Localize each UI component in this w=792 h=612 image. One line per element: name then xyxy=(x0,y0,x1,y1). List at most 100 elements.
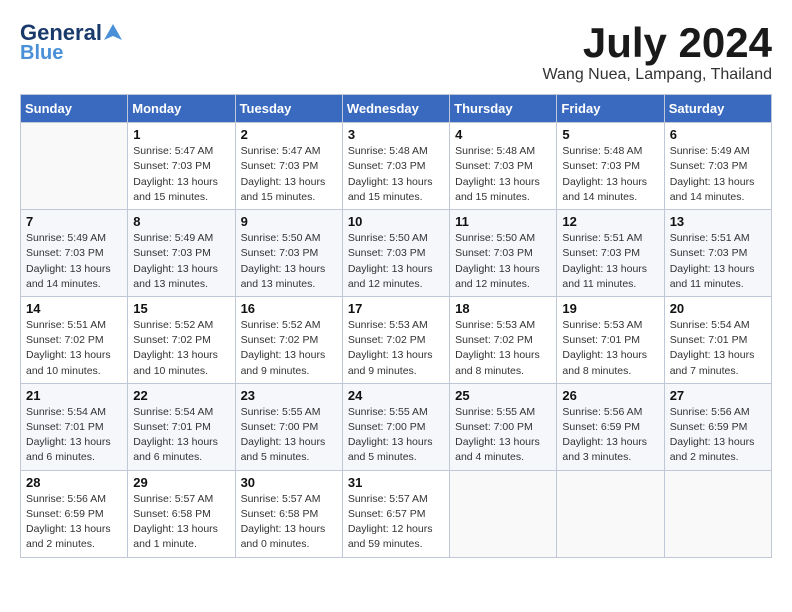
calendar-week-row: 28 Sunrise: 5:56 AM Sunset: 6:59 PM Dayli… xyxy=(21,470,772,557)
calendar-day-cell xyxy=(557,470,664,557)
calendar-week-row: 7 Sunrise: 5:49 AM Sunset: 7:03 PM Daylig… xyxy=(21,210,772,297)
day-info: Sunrise: 5:53 AM Sunset: 7:02 PM Dayligh… xyxy=(455,318,551,379)
day-info: Sunrise: 5:56 AM Sunset: 6:59 PM Dayligh… xyxy=(670,405,766,466)
day-info: Sunrise: 5:50 AM Sunset: 7:03 PM Dayligh… xyxy=(348,231,444,292)
logo: General Blue xyxy=(20,20,122,65)
day-number: 12 xyxy=(562,214,658,229)
calendar-day-cell: 21Sunrise: 5:54 AM Sunset: 7:01 PM Dayli… xyxy=(21,383,128,470)
calendar-day-cell: 3Sunrise: 5:48 AM Sunset: 7:03 PM Daylig… xyxy=(342,123,449,210)
calendar-day-cell: 14 Sunrise: 5:51 AM Sunset: 7:02 PM Dayli… xyxy=(21,296,128,383)
day-info: Sunrise: 5:53 AM Sunset: 7:02 PM Dayligh… xyxy=(348,318,444,379)
day-info: Sunrise: 5:55 AM Sunset: 7:00 PM Dayligh… xyxy=(348,405,444,466)
day-number: 27 xyxy=(670,388,766,403)
calendar-day-cell: 7 Sunrise: 5:49 AM Sunset: 7:03 PM Daylig… xyxy=(21,210,128,297)
calendar-day-cell: 27 Sunrise: 5:56 AM Sunset: 6:59 PM Dayli… xyxy=(664,383,771,470)
calendar-day-cell: 1 Sunrise: 5:47 AM Sunset: 7:03 PM Daylig… xyxy=(128,123,235,210)
day-info: Sunrise: 5:47 AM Sunset: 7:03 PM Dayligh… xyxy=(133,144,229,205)
day-info: Sunrise: 5:53 AM Sunset: 7:01 PM Dayligh… xyxy=(562,318,658,379)
day-info: Sunrise: 5:52 AM Sunset: 7:02 PM Dayligh… xyxy=(241,318,337,379)
day-number: 26 xyxy=(562,388,658,403)
day-info: Sunrise: 5:49 AM Sunset: 7:03 PM Dayligh… xyxy=(670,144,766,205)
logo-bird-icon xyxy=(104,22,122,44)
calendar-day-cell: 20Sunrise: 5:54 AM Sunset: 7:01 PM Dayli… xyxy=(664,296,771,383)
day-info: Sunrise: 5:52 AM Sunset: 7:02 PM Dayligh… xyxy=(133,318,229,379)
calendar-day-cell: 4 Sunrise: 5:48 AM Sunset: 7:03 PM Daylig… xyxy=(450,123,557,210)
calendar-day-cell: 22 Sunrise: 5:54 AM Sunset: 7:01 PM Dayli… xyxy=(128,383,235,470)
day-number: 4 xyxy=(455,127,551,142)
day-number: 22 xyxy=(133,388,229,403)
calendar-day-cell: 12 Sunrise: 5:51 AM Sunset: 7:03 PM Dayli… xyxy=(557,210,664,297)
day-number: 10 xyxy=(348,214,444,229)
calendar-week-row: 21Sunrise: 5:54 AM Sunset: 7:01 PM Dayli… xyxy=(21,383,772,470)
calendar-day-cell: 26 Sunrise: 5:56 AM Sunset: 6:59 PM Dayli… xyxy=(557,383,664,470)
day-info: Sunrise: 5:48 AM Sunset: 7:03 PM Dayligh… xyxy=(455,144,551,205)
calendar-day-cell: 24 Sunrise: 5:55 AM Sunset: 7:00 PM Dayli… xyxy=(342,383,449,470)
calendar-day-header: Sunday xyxy=(21,95,128,123)
day-number: 11 xyxy=(455,214,551,229)
calendar-week-row: 14 Sunrise: 5:51 AM Sunset: 7:02 PM Dayli… xyxy=(21,296,772,383)
calendar-header-row: SundayMondayTuesdayWednesdayThursdayFrid… xyxy=(21,95,772,123)
day-info: Sunrise: 5:54 AM Sunset: 7:01 PM Dayligh… xyxy=(670,318,766,379)
calendar-day-cell: 2 Sunrise: 5:47 AM Sunset: 7:03 PM Daylig… xyxy=(235,123,342,210)
day-info: Sunrise: 5:51 AM Sunset: 7:03 PM Dayligh… xyxy=(670,231,766,292)
month-year-title: July 2024 xyxy=(543,20,772,66)
day-info: Sunrise: 5:48 AM Sunset: 7:03 PM Dayligh… xyxy=(562,144,658,205)
day-number: 7 xyxy=(26,214,122,229)
calendar-day-cell: 29Sunrise: 5:57 AM Sunset: 6:58 PM Dayli… xyxy=(128,470,235,557)
calendar-day-header: Tuesday xyxy=(235,95,342,123)
calendar-day-cell: 8 Sunrise: 5:49 AM Sunset: 7:03 PM Daylig… xyxy=(128,210,235,297)
day-info: Sunrise: 5:57 AM Sunset: 6:58 PM Dayligh… xyxy=(133,492,229,553)
calendar-day-cell xyxy=(21,123,128,210)
day-number: 2 xyxy=(241,127,337,142)
calendar-day-cell xyxy=(450,470,557,557)
day-number: 18 xyxy=(455,301,551,316)
calendar-day-header: Friday xyxy=(557,95,664,123)
day-info: Sunrise: 5:51 AM Sunset: 7:02 PM Dayligh… xyxy=(26,318,122,379)
day-number: 28 xyxy=(26,475,122,490)
day-info: Sunrise: 5:54 AM Sunset: 7:01 PM Dayligh… xyxy=(26,405,122,466)
calendar-day-cell: 13Sunrise: 5:51 AM Sunset: 7:03 PM Dayli… xyxy=(664,210,771,297)
day-number: 14 xyxy=(26,301,122,316)
day-number: 16 xyxy=(241,301,337,316)
day-number: 19 xyxy=(562,301,658,316)
calendar-table: SundayMondayTuesdayWednesdayThursdayFrid… xyxy=(20,94,772,557)
calendar-day-header: Thursday xyxy=(450,95,557,123)
day-number: 24 xyxy=(348,388,444,403)
day-number: 5 xyxy=(562,127,658,142)
day-number: 1 xyxy=(133,127,229,142)
day-info: Sunrise: 5:49 AM Sunset: 7:03 PM Dayligh… xyxy=(133,231,229,292)
calendar-day-cell: 10 Sunrise: 5:50 AM Sunset: 7:03 PM Dayli… xyxy=(342,210,449,297)
day-info: Sunrise: 5:50 AM Sunset: 7:03 PM Dayligh… xyxy=(455,231,551,292)
title-area: July 2024 Wang Nuea, Lampang, Thailand xyxy=(543,20,772,84)
calendar-day-cell: 11 Sunrise: 5:50 AM Sunset: 7:03 PM Dayli… xyxy=(450,210,557,297)
day-number: 23 xyxy=(241,388,337,403)
day-number: 9 xyxy=(241,214,337,229)
location-subtitle: Wang Nuea, Lampang, Thailand xyxy=(543,66,772,84)
day-info: Sunrise: 5:54 AM Sunset: 7:01 PM Dayligh… xyxy=(133,405,229,466)
calendar-day-cell: 17 Sunrise: 5:53 AM Sunset: 7:02 PM Dayli… xyxy=(342,296,449,383)
calendar-day-cell: 9 Sunrise: 5:50 AM Sunset: 7:03 PM Daylig… xyxy=(235,210,342,297)
calendar-day-header: Monday xyxy=(128,95,235,123)
day-info: Sunrise: 5:56 AM Sunset: 6:59 PM Dayligh… xyxy=(26,492,122,553)
day-info: Sunrise: 5:56 AM Sunset: 6:59 PM Dayligh… xyxy=(562,405,658,466)
page-header: General Blue July 2024 Wang Nuea, Lampan… xyxy=(20,20,772,84)
day-info: Sunrise: 5:47 AM Sunset: 7:03 PM Dayligh… xyxy=(241,144,337,205)
calendar-day-cell: 19 Sunrise: 5:53 AM Sunset: 7:01 PM Dayli… xyxy=(557,296,664,383)
day-info: Sunrise: 5:51 AM Sunset: 7:03 PM Dayligh… xyxy=(562,231,658,292)
calendar-day-cell: 28 Sunrise: 5:56 AM Sunset: 6:59 PM Dayli… xyxy=(21,470,128,557)
day-number: 31 xyxy=(348,475,444,490)
calendar-day-cell: 5 Sunrise: 5:48 AM Sunset: 7:03 PM Daylig… xyxy=(557,123,664,210)
calendar-day-cell: 23Sunrise: 5:55 AM Sunset: 7:00 PM Dayli… xyxy=(235,383,342,470)
day-info: Sunrise: 5:50 AM Sunset: 7:03 PM Dayligh… xyxy=(241,231,337,292)
day-info: Sunrise: 5:48 AM Sunset: 7:03 PM Dayligh… xyxy=(348,144,444,205)
day-number: 8 xyxy=(133,214,229,229)
day-info: Sunrise: 5:57 AM Sunset: 6:57 PM Dayligh… xyxy=(348,492,444,553)
calendar-day-cell: 15 Sunrise: 5:52 AM Sunset: 7:02 PM Dayli… xyxy=(128,296,235,383)
calendar-day-cell: 16 Sunrise: 5:52 AM Sunset: 7:02 PM Dayli… xyxy=(235,296,342,383)
day-number: 17 xyxy=(348,301,444,316)
calendar-week-row: 1 Sunrise: 5:47 AM Sunset: 7:03 PM Daylig… xyxy=(21,123,772,210)
calendar-day-header: Saturday xyxy=(664,95,771,123)
day-info: Sunrise: 5:55 AM Sunset: 7:00 PM Dayligh… xyxy=(455,405,551,466)
day-info: Sunrise: 5:49 AM Sunset: 7:03 PM Dayligh… xyxy=(26,231,122,292)
day-number: 15 xyxy=(133,301,229,316)
